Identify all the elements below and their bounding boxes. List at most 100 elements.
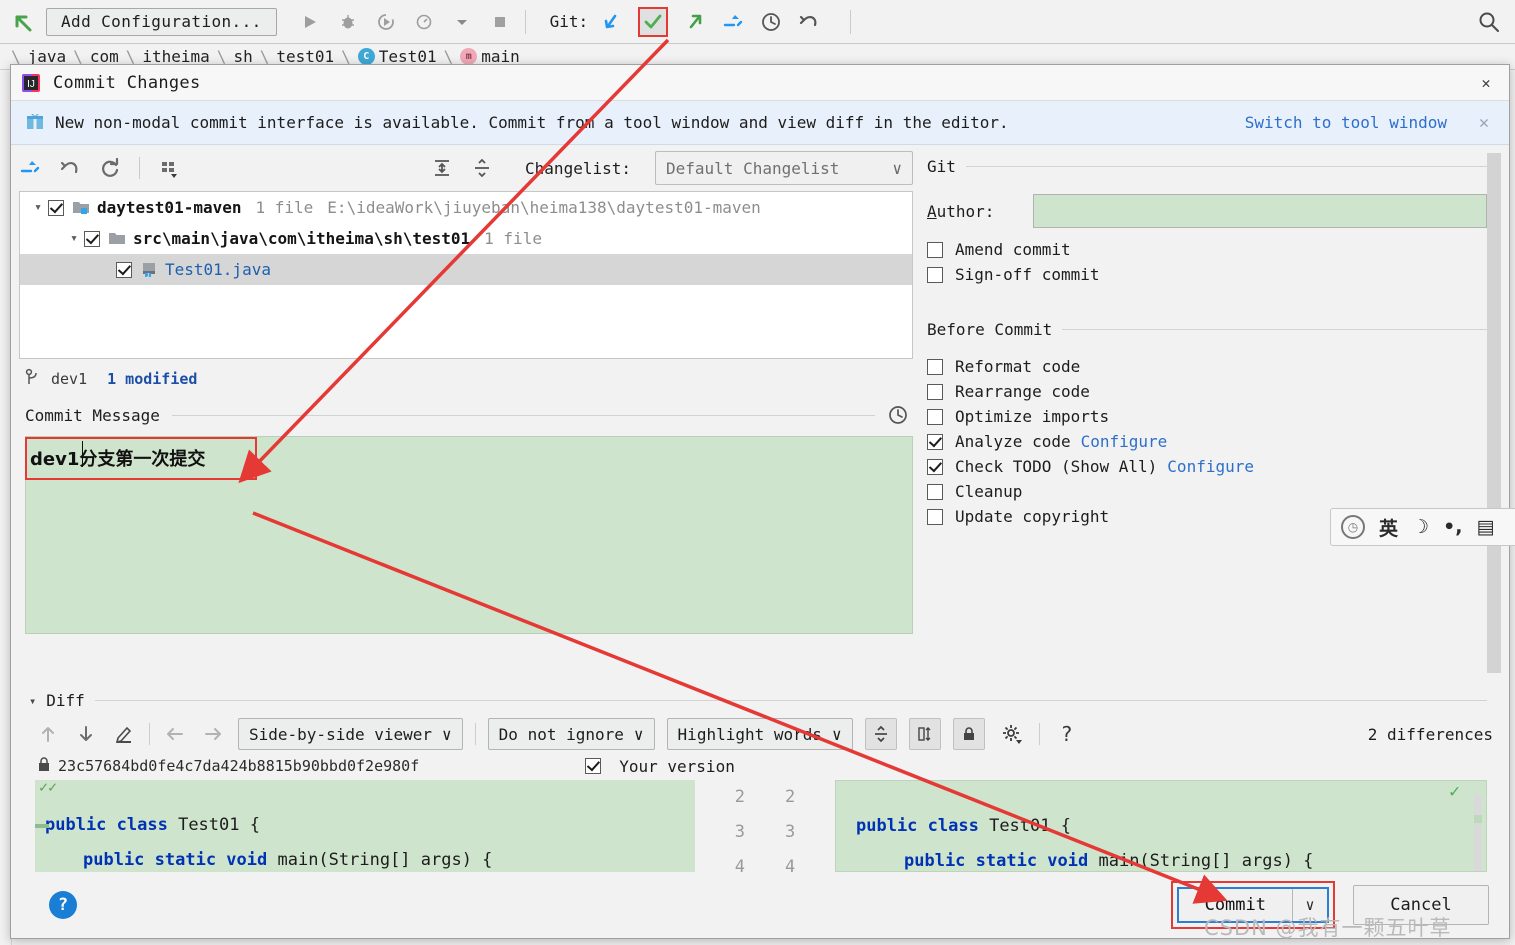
tree-row[interactable]: ▾ daytest01-maven 1 file E:\ideaWork\jiu… xyxy=(20,192,912,223)
tree-row-checkbox[interactable] xyxy=(84,230,100,247)
commit-icon[interactable] xyxy=(642,11,664,33)
compare-side-icon[interactable] xyxy=(908,718,941,750)
changes-tree[interactable]: ▾ daytest01-maven 1 file E:\ideaWork\jiu… xyxy=(19,191,913,359)
cancel-button[interactable]: Cancel xyxy=(1353,885,1489,925)
cleanup-checkbox[interactable] xyxy=(927,483,943,500)
refresh-icon[interactable] xyxy=(99,157,121,179)
analyze-code-configure-link[interactable]: Configure xyxy=(1081,432,1168,451)
scrollbar-thumb[interactable] xyxy=(1487,153,1501,673)
group-by-icon[interactable] xyxy=(158,157,180,179)
settings-icon[interactable] xyxy=(997,719,1027,749)
add-configuration-button[interactable]: Add Configuration... xyxy=(46,7,277,36)
fetch-icon[interactable] xyxy=(722,11,744,33)
collapse-unchanged-icon[interactable] xyxy=(864,718,897,750)
history-icon[interactable] xyxy=(760,11,782,33)
clock-icon[interactable] xyxy=(887,404,909,426)
chevron-down-icon[interactable]: ▾ xyxy=(64,231,84,246)
sogou-logo-icon[interactable]: ◷ xyxy=(1341,515,1365,539)
analyze-code-checkbox[interactable] xyxy=(927,433,943,450)
signoff-commit-checkbox[interactable] xyxy=(927,266,943,283)
method-badge-icon: m xyxy=(460,48,478,65)
rearrange-code-checkbox[interactable] xyxy=(927,383,943,400)
optimize-imports-checkbox[interactable] xyxy=(927,408,943,425)
next-difference-icon[interactable] xyxy=(73,721,99,747)
tree-row-checkbox[interactable] xyxy=(48,199,64,216)
check-todo-configure-link[interactable]: Configure xyxy=(1167,457,1254,476)
chevron-down-icon[interactable]: ∨ xyxy=(1293,889,1327,921)
git-group-header: Git xyxy=(921,155,1509,176)
commit-icon-highlight[interactable] xyxy=(638,6,669,37)
commit-message-input[interactable]: dev1分支第一次提交 xyxy=(25,436,913,634)
reformat-code-checkbox[interactable] xyxy=(927,358,943,375)
ime-moon-icon[interactable]: ☽ xyxy=(1412,516,1429,538)
run-icon[interactable] xyxy=(299,11,321,33)
divider xyxy=(94,700,1487,701)
debug-icon[interactable] xyxy=(337,11,359,33)
tree-row-checkbox[interactable] xyxy=(116,261,132,278)
lock-icon[interactable] xyxy=(952,718,985,750)
prev-difference-icon[interactable] xyxy=(35,721,61,747)
amend-commit-checkbox[interactable] xyxy=(927,241,943,258)
signoff-commit-option[interactable]: Sign-off commit xyxy=(921,259,1509,284)
search-icon[interactable] xyxy=(1477,10,1501,38)
arrow-right-icon[interactable] xyxy=(200,721,226,747)
help-icon[interactable]: ? xyxy=(1052,719,1082,749)
diff-right-pane[interactable]: ✓ public class Test01 { public static vo… xyxy=(835,780,1487,872)
accept-change-icon[interactable]: ✓ xyxy=(1449,781,1460,802)
back-arrow-icon[interactable] xyxy=(0,9,46,35)
show-diff-icon[interactable] xyxy=(19,157,41,179)
switch-to-tool-window-link[interactable]: Switch to tool window xyxy=(1245,113,1447,132)
check-todo-checkbox[interactable] xyxy=(927,458,943,475)
rearrange-code-option[interactable]: Rearrange code xyxy=(921,376,1509,401)
collapse-all-icon[interactable] xyxy=(471,157,493,179)
close-icon[interactable]: ✕ xyxy=(1473,70,1499,96)
profile-icon[interactable] xyxy=(413,11,435,33)
signoff-commit-label: Sign-off commit xyxy=(955,265,1100,284)
author-field[interactable] xyxy=(1033,194,1487,228)
run-with-coverage-icon[interactable] xyxy=(375,11,397,33)
optimize-imports-option[interactable]: Optimize imports xyxy=(921,401,1509,426)
tree-row[interactable]: ▾ src\main\java\com\itheima\sh\test01 1 … xyxy=(20,223,912,254)
changelist-label: Changelist: xyxy=(525,158,631,178)
right-version-row: Your version xyxy=(585,757,735,776)
chevron-down-icon[interactable]: ▾ xyxy=(28,200,48,215)
stop-icon[interactable] xyxy=(489,11,511,33)
edit-icon[interactable] xyxy=(111,721,137,747)
tree-row[interactable]: J Test01.java xyxy=(20,254,912,285)
banner-close-icon[interactable]: ✕ xyxy=(1473,113,1495,133)
check-todo-option[interactable]: Check TODO (Show All) Configure xyxy=(921,451,1509,476)
commit-button[interactable]: Commit ∨ xyxy=(1176,887,1329,923)
toolbar-divider-2 xyxy=(850,9,852,34)
ime-floating-toolbar[interactable]: ◷ 英 ☽ •, ▤ xyxy=(1330,508,1515,546)
revert-icon[interactable] xyxy=(59,157,81,179)
changelist-select[interactable]: Default Changelist ∨ xyxy=(655,151,913,185)
update-project-icon[interactable] xyxy=(600,11,622,33)
rollback-icon[interactable] xyxy=(798,11,820,33)
accept-change-icon[interactable]: ✓✓ xyxy=(39,780,57,796)
ime-punctuation-icon[interactable]: •, xyxy=(1443,516,1462,538)
text-caret xyxy=(82,441,83,467)
diff-left-pane[interactable]: ✓✓ public class Test01 { public static v… xyxy=(35,780,695,872)
ime-keyboard-icon[interactable]: ▤ xyxy=(1476,516,1494,538)
viewer-mode-select[interactable]: Side-by-side viewer ∨ xyxy=(238,718,463,750)
your-version-checkbox[interactable] xyxy=(585,758,602,774)
highlight-mode-select[interactable]: Highlight words ∨ xyxy=(666,718,853,750)
run-controls xyxy=(299,11,511,33)
author-label: Author: xyxy=(927,201,995,221)
diff-minimap-scrollbar[interactable] xyxy=(1474,795,1482,871)
chevron-down-icon[interactable]: ▾ xyxy=(29,694,36,708)
push-icon[interactable] xyxy=(684,11,706,33)
dropdown-icon[interactable] xyxy=(451,11,473,33)
ime-language-toggle[interactable]: 英 xyxy=(1379,514,1398,541)
help-icon[interactable]: ? xyxy=(49,891,77,919)
whitespace-mode-select[interactable]: Do not ignore ∨ xyxy=(487,718,655,750)
expand-all-icon[interactable] xyxy=(431,157,453,179)
reformat-code-option[interactable]: Reformat code xyxy=(921,351,1509,376)
amend-commit-option[interactable]: Amend commit xyxy=(921,234,1509,259)
analyze-code-option[interactable]: Analyze code Configure xyxy=(921,426,1509,451)
arrow-left-icon[interactable] xyxy=(162,721,188,747)
update-copyright-checkbox[interactable] xyxy=(927,508,943,525)
options-scrollbar[interactable] xyxy=(1487,153,1501,673)
cleanup-option[interactable]: Cleanup xyxy=(921,476,1509,501)
diff-section-header[interactable]: ▾ Diff xyxy=(11,683,1509,710)
